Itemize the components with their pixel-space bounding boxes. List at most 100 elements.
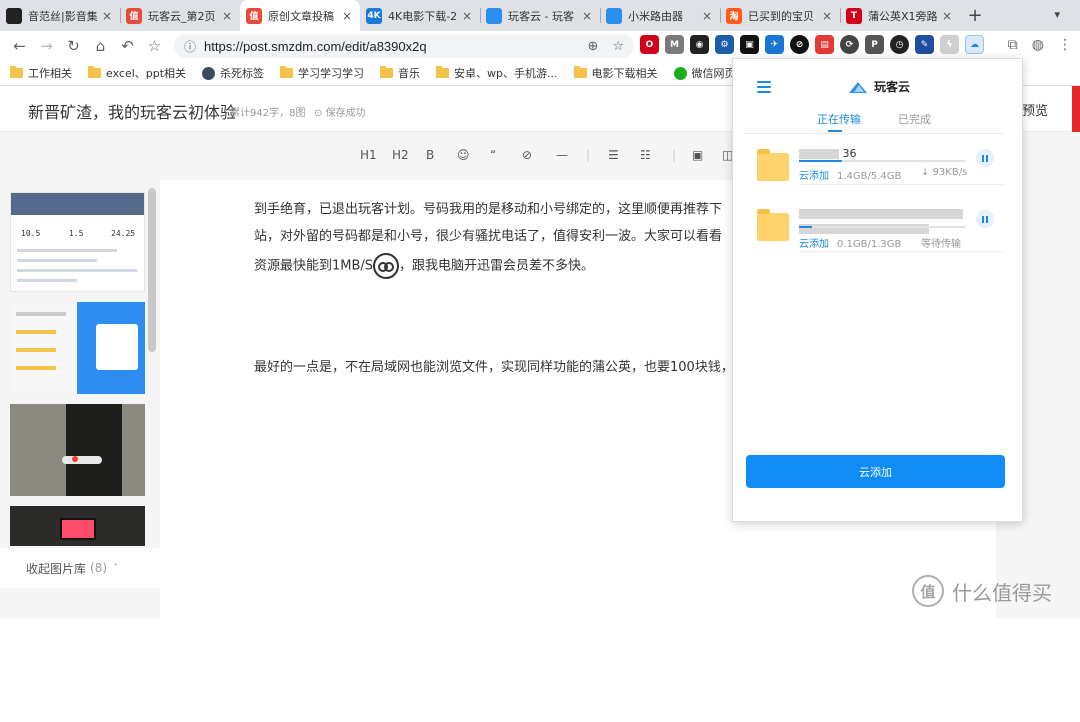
address-bar[interactable]: ⓘ https://post.smzdm.com/edit/a8390x2q ⊕… bbox=[174, 34, 634, 58]
transfer-divider bbox=[799, 184, 1005, 185]
crop-icon[interactable]: ⧉ bbox=[1008, 37, 1018, 53]
gallery-thumbnail[interactable] bbox=[10, 302, 145, 394]
link-button[interactable]: ⊘ bbox=[522, 148, 532, 162]
bookmark-item[interactable]: 安卓、wp、手机游... bbox=[436, 65, 558, 81]
extension-opera-icon[interactable]: O bbox=[640, 35, 659, 54]
quote-button[interactable]: “ bbox=[490, 148, 496, 162]
transfer-item[interactable]: 云添加 0.1GB/1.3GB 等待传输 bbox=[733, 199, 1024, 259]
emoji-button[interactable]: ☺ bbox=[457, 148, 470, 162]
tab-close-icon[interactable]: × bbox=[460, 9, 474, 23]
tab-close-icon[interactable]: × bbox=[820, 9, 834, 23]
image-button[interactable]: ▣ bbox=[692, 148, 703, 162]
tab-title: 音范丝|影音集 bbox=[28, 9, 98, 23]
tab-transferring[interactable]: 正在传输 bbox=[817, 111, 861, 127]
extension-badge-icon[interactable]: ▣ bbox=[740, 35, 759, 54]
gallery-thumbnail[interactable] bbox=[10, 506, 145, 546]
extension-gear-icon[interactable]: ⚙ bbox=[715, 35, 734, 54]
browser-tab[interactable]: 玩客云 - 玩客 × bbox=[480, 0, 600, 31]
bookmark-item[interactable]: 学习学习学习 bbox=[280, 65, 364, 81]
gallery-scrollbar[interactable] bbox=[148, 188, 156, 352]
bookmark-item[interactable]: 音乐 bbox=[380, 65, 420, 81]
bookmark-item[interactable]: 杀死标签 bbox=[202, 65, 264, 81]
gallery-thumbnail[interactable] bbox=[10, 404, 145, 496]
home-icon[interactable]: ⌂ bbox=[87, 32, 114, 60]
site-info-icon[interactable]: ⓘ bbox=[184, 38, 196, 55]
save-status: ⊙ 保存成功 bbox=[314, 108, 366, 119]
extension-p-icon[interactable]: P bbox=[865, 35, 884, 54]
chevron-up-icon: ˄ bbox=[113, 562, 119, 574]
h1-button[interactable]: H1 bbox=[360, 148, 377, 162]
extension-note-icon[interactable]: ▤ bbox=[815, 35, 834, 54]
tab-close-icon[interactable]: × bbox=[100, 9, 114, 23]
browser-tab[interactable]: 小米路由器 × bbox=[600, 0, 720, 31]
cloud-add-button[interactable]: 云添加 bbox=[746, 455, 1005, 488]
pause-icon[interactable] bbox=[976, 149, 994, 167]
folder-icon bbox=[88, 66, 101, 78]
h2-button[interactable]: H2 bbox=[392, 148, 409, 162]
profile-icon[interactable]: ◍ bbox=[1032, 37, 1044, 53]
back-icon[interactable]: ← bbox=[6, 32, 33, 60]
extension-bird-icon[interactable]: ✈ bbox=[765, 35, 784, 54]
bold-button[interactable]: B bbox=[426, 148, 434, 162]
zoom-icon[interactable]: ⊕ bbox=[587, 39, 598, 54]
extension-mask-icon[interactable]: ◉ bbox=[690, 35, 709, 54]
tab-search-icon[interactable]: ▾ bbox=[1054, 8, 1060, 21]
transfer-item[interactable]: 36 云添加 1.4GB/5.4GB ↓ 93KB/s bbox=[733, 139, 1024, 199]
publish-button[interactable] bbox=[1072, 86, 1080, 132]
browser-tab[interactable]: 音范丝|影音集 × bbox=[0, 0, 120, 31]
save-status-text: 保存成功 bbox=[325, 108, 366, 119]
folder-icon bbox=[280, 66, 294, 78]
browser-tab[interactable]: 值原创文章投稿 × bbox=[240, 0, 360, 31]
bookmark-item[interactable]: 电影下载相关 bbox=[573, 65, 658, 81]
browser-tab[interactable]: 淘已买到的宝贝 × bbox=[720, 0, 840, 31]
undo-icon[interactable]: ↶ bbox=[114, 32, 141, 60]
star-icon[interactable]: ☆ bbox=[141, 32, 168, 60]
bookmark-item[interactable]: 工作相关 bbox=[10, 65, 72, 81]
tab-favicon-icon: 值 bbox=[126, 7, 142, 24]
preview-button[interactable]: 预览 bbox=[1022, 100, 1048, 119]
folder-icon bbox=[573, 66, 587, 78]
extension-sync-icon[interactable]: ⟳ bbox=[840, 35, 859, 54]
bookmark-item[interactable]: excel、ppt相关 bbox=[88, 65, 186, 81]
folder-icon bbox=[380, 66, 394, 78]
hamburger-menu-icon[interactable] bbox=[757, 81, 771, 96]
transfer-size: 1.4GB/5.4GB bbox=[837, 171, 902, 182]
pause-icon[interactable] bbox=[976, 210, 994, 228]
menu-dots-icon[interactable]: ⋮ bbox=[1058, 37, 1072, 53]
address-url[interactable]: https://post.smzdm.com/edit/a8390x2q bbox=[204, 39, 587, 54]
browser-tab[interactable]: 4K 4K电影下载-2 × bbox=[360, 0, 480, 31]
extension-pen-icon[interactable]: ✎ bbox=[915, 35, 934, 54]
browser-tab[interactable]: 值玩客云_第2页 × bbox=[120, 0, 240, 31]
new-tab-button[interactable]: + bbox=[960, 0, 990, 31]
number-list-button[interactable]: ☷ bbox=[640, 148, 651, 162]
extension-ban-icon[interactable]: ⊘ bbox=[790, 35, 809, 54]
tab-title: 已买到的宝贝 bbox=[748, 9, 814, 23]
bullet-list-button[interactable]: ☰ bbox=[608, 148, 619, 162]
popup-brand: 玩客云 bbox=[847, 78, 910, 95]
tab-title: 蒲公英X1旁路 bbox=[868, 9, 938, 23]
gallery-thumbnail[interactable]: 10.5 1.5 24.25 bbox=[10, 192, 145, 292]
bookmark-star-icon[interactable]: ☆ bbox=[612, 39, 624, 54]
extension-mail-icon[interactable]: M bbox=[665, 35, 684, 54]
tab-close-icon[interactable]: × bbox=[700, 9, 714, 23]
extension-clock-icon[interactable]: ◷ bbox=[890, 35, 909, 54]
page-title[interactable]: 新晋矿渣，我的玩客云初体验 bbox=[28, 99, 236, 123]
extension-bolt-icon[interactable]: ϟ bbox=[940, 35, 959, 54]
collapse-gallery-button[interactable]: 收起图片库 (8) ˄ bbox=[0, 548, 160, 588]
tab-completed[interactable]: 已完成 bbox=[898, 111, 931, 127]
article-line: 到手绝育，已退出玩客计划。号码我用的是移动和小号绑定的，这里顺便再推荐下 bbox=[254, 202, 723, 217]
tab-close-icon[interactable]: × bbox=[220, 9, 234, 23]
tab-close-icon[interactable]: × bbox=[940, 9, 954, 23]
transfer-speed: ↓ 93KB/s bbox=[921, 167, 968, 178]
tab-close-icon[interactable]: × bbox=[340, 9, 354, 23]
divider-button[interactable]: — bbox=[556, 148, 568, 162]
extension-wankeyun-icon[interactable]: ☁ bbox=[965, 35, 984, 54]
tab-close-icon[interactable]: × bbox=[580, 9, 594, 23]
extension-icons: O M ◉ ⚙ ▣ ✈ ⊘ ▤ ⟳ P ◷ ✎ ϟ ☁ bbox=[640, 35, 984, 54]
reload-icon[interactable]: ↻ bbox=[60, 32, 87, 60]
tab-title: 原创文章投稿 bbox=[268, 9, 334, 23]
transfer-size: 0.1GB/1.3GB bbox=[837, 239, 902, 250]
browser-tab[interactable]: T 蒲公英X1旁路 × bbox=[840, 0, 960, 31]
forward-icon[interactable]: → bbox=[33, 32, 60, 60]
browser-tab-strip: 音范丝|影音集 × 值玩客云_第2页 × 值原创文章投稿 × 4K 4K电影下载-2 × 玩客云 … bbox=[0, 0, 1080, 31]
